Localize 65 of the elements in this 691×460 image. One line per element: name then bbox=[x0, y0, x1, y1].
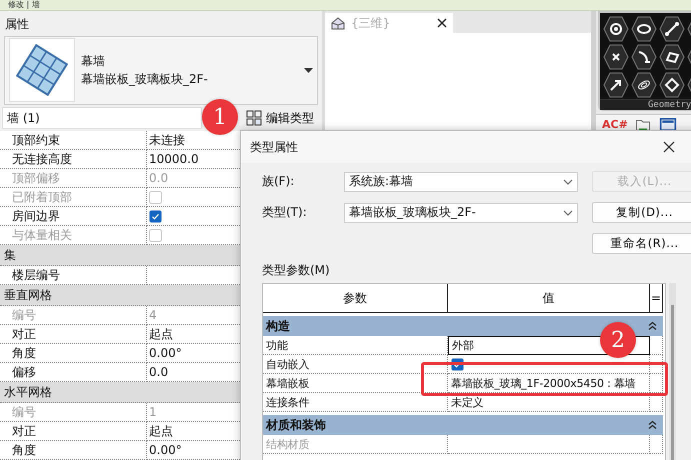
property-value[interactable]: 0.00° bbox=[149, 441, 182, 459]
segment-icon[interactable] bbox=[659, 16, 685, 42]
type-icon bbox=[246, 110, 262, 126]
window-icon[interactable] bbox=[658, 118, 678, 130]
property-label: 角度 bbox=[0, 441, 147, 460]
column-header[interactable]: 参数 bbox=[263, 284, 448, 313]
property-label: 角度 bbox=[0, 344, 147, 363]
parameter-name: 自动嵌入 bbox=[263, 355, 448, 374]
field-label: 类型(T): bbox=[262, 204, 308, 221]
close-icon[interactable] bbox=[663, 141, 675, 153]
caret-icon bbox=[563, 210, 573, 216]
property-label: 编号 bbox=[0, 306, 147, 325]
property-label: 顶部偏移 bbox=[0, 169, 147, 188]
property-label: 对正 bbox=[0, 422, 147, 441]
house-icon bbox=[331, 16, 345, 30]
property-label: 已附着顶部 bbox=[0, 188, 147, 207]
edit-type-button[interactable]: 编辑类型 bbox=[244, 108, 316, 129]
value-cell[interactable]: 未定义 bbox=[448, 393, 650, 412]
dialog-button[interactable]: 复制(D)... bbox=[592, 202, 691, 223]
family-name: 幕墙 bbox=[81, 52, 106, 70]
folder-icon[interactable] bbox=[634, 118, 652, 130]
cross-icon[interactable] bbox=[603, 44, 629, 70]
panel-title: Geometry bbox=[600, 99, 691, 110]
arrow-icon[interactable] bbox=[603, 72, 629, 98]
column-header[interactable]: = bbox=[650, 284, 663, 313]
dialog-title: 类型属性 bbox=[250, 138, 299, 156]
property-value[interactable]: 0.0 bbox=[149, 363, 168, 381]
parameter-name: 功能 bbox=[263, 336, 448, 355]
parameter-name: 连接条件 bbox=[263, 393, 448, 412]
property-value[interactable]: 起点 bbox=[149, 422, 173, 440]
property-label: 顶部约束 bbox=[0, 131, 147, 150]
property-value[interactable]: 起点 bbox=[149, 325, 173, 343]
arc-icon[interactable] bbox=[631, 44, 657, 70]
caret-icon bbox=[563, 178, 573, 184]
type-selector[interactable]: 幕墙 幕墙嵌板_玻璃板块_2F- bbox=[4, 36, 318, 105]
target-icon[interactable] bbox=[603, 16, 629, 42]
parameter-name: 幕墙嵌板 bbox=[263, 374, 448, 393]
group-header[interactable]: 材质和装饰 bbox=[263, 415, 663, 435]
dropdown-arrow-icon[interactable] bbox=[304, 68, 313, 73]
property-value[interactable]: 10000.0 bbox=[149, 150, 199, 168]
column-header[interactable]: 值 bbox=[448, 284, 650, 313]
panel-title: 属性 bbox=[4, 16, 30, 33]
property-value[interactable]: 0.00° bbox=[149, 344, 182, 362]
property-label: 无连接高度 bbox=[0, 150, 147, 169]
dropdown-field[interactable]: 幕墙嵌板_玻璃板块_2F- bbox=[344, 202, 578, 222]
property-label: 对正 bbox=[0, 325, 147, 344]
property-label: 房间边界 bbox=[0, 207, 147, 226]
collapse-icon[interactable] bbox=[648, 321, 657, 331]
ribbon-tab[interactable]: 修改 | 墙 bbox=[0, 0, 691, 9]
toolbar-label[interactable]: AC# bbox=[602, 118, 628, 130]
scrollbar[interactable] bbox=[669, 283, 676, 460]
group-label: 构造 bbox=[266, 318, 290, 334]
collapse-icon[interactable] bbox=[648, 420, 657, 430]
instance-filter[interactable]: 墙 (1) bbox=[2, 107, 202, 130]
dialog-button[interactable]: 重命名(R)... bbox=[592, 233, 691, 254]
close-icon[interactable] bbox=[437, 18, 447, 28]
value-cell[interactable]: 幕墙嵌板_玻璃_1F-2000x5450 : 幕墙 bbox=[448, 374, 650, 393]
dropdown-field[interactable]: 系统族:幕墙 bbox=[344, 172, 578, 192]
type-name: 幕墙嵌板_玻璃板块_2F- bbox=[81, 70, 209, 88]
property-label: 编号 bbox=[0, 403, 147, 422]
field-label: 族(F): bbox=[262, 173, 296, 190]
parameter-name: 结构材质 bbox=[263, 435, 448, 454]
checkbox[interactable] bbox=[149, 210, 162, 222]
property-value[interactable]: 未连接 bbox=[149, 131, 185, 149]
group-label: 材质和装饰 bbox=[266, 416, 326, 434]
